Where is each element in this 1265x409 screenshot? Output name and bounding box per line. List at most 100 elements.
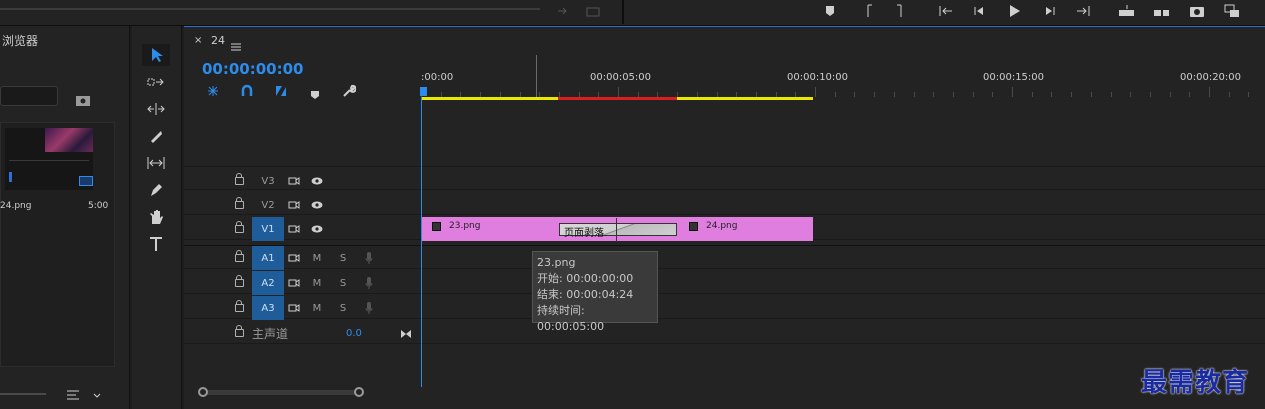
- slip-tool-icon[interactable]: [142, 152, 170, 174]
- time-ruler[interactable]: :00:00 00:00:05:00 00:00:10:00 00:00:15:…: [420, 55, 1265, 101]
- microphone-icon[interactable]: [356, 296, 382, 320]
- sync-lock-icon[interactable]: [284, 271, 304, 295]
- source-scrub-bar[interactable]: [0, 8, 540, 10]
- eye-icon[interactable]: [304, 193, 330, 217]
- track-header-v1: V1: [234, 217, 330, 241]
- mute-button[interactable]: M: [304, 246, 330, 270]
- mute-button[interactable]: M: [304, 271, 330, 295]
- ruler-tick: [992, 92, 994, 97]
- selection-tool-icon[interactable]: [142, 44, 170, 66]
- ruler-tick: [1090, 92, 1092, 97]
- razor-tool-icon[interactable]: [142, 125, 170, 147]
- panel-divider: [622, 0, 624, 24]
- solo-button[interactable]: S: [330, 246, 356, 270]
- transition-page-peel[interactable]: 页面剥落: [559, 218, 677, 242]
- pen-tool-icon[interactable]: [142, 179, 170, 201]
- project-panel: 浏览器 24.png 5:00: [0, 26, 130, 409]
- eye-icon[interactable]: [304, 169, 330, 193]
- solo-button[interactable]: S: [330, 271, 356, 295]
- close-tab-icon[interactable]: ×: [194, 35, 202, 46]
- lock-icon[interactable]: [234, 221, 244, 233]
- eye-icon[interactable]: [304, 217, 330, 241]
- export-frame-camera-icon[interactable]: [1189, 3, 1205, 19]
- insert-icon[interactable]: [556, 3, 572, 19]
- playhead-timecode[interactable]: 00:00:00:00: [202, 60, 304, 78]
- tooltip-end: 结束: 00:00:04:24: [537, 288, 634, 301]
- type-tool-icon[interactable]: [142, 233, 170, 255]
- track-target-v3[interactable]: V3: [252, 169, 284, 193]
- thumbnail-image: [45, 128, 93, 152]
- zoom-slider[interactable]: [0, 393, 46, 395]
- ruler-tick: [952, 92, 954, 97]
- track-target-a3[interactable]: A3: [252, 296, 284, 320]
- lock-icon[interactable]: [234, 173, 244, 185]
- render-bar-red: [558, 97, 677, 100]
- lock-icon[interactable]: [234, 300, 244, 312]
- clip-name: 24.png: [706, 221, 738, 231]
- solo-button[interactable]: S: [330, 296, 356, 320]
- transition-cut-line: [616, 218, 617, 242]
- track-header-v3: V3: [234, 169, 330, 193]
- sync-lock-icon[interactable]: [284, 296, 304, 320]
- search-input[interactable]: [0, 86, 58, 106]
- sequence-tab[interactable]: 24: [211, 34, 225, 47]
- clip-thumbnail[interactable]: [5, 128, 93, 190]
- track-select-tool-icon[interactable]: [142, 71, 170, 93]
- track-target-v2[interactable]: V2: [252, 193, 284, 217]
- ripple-edit-tool-icon[interactable]: [142, 98, 170, 120]
- mark-in-icon[interactable]: [860, 3, 876, 19]
- step-back-icon[interactable]: [972, 3, 988, 19]
- clip-name[interactable]: 24.png: [0, 201, 31, 211]
- playhead-handle[interactable]: [420, 87, 427, 96]
- microphone-icon[interactable]: [356, 271, 382, 295]
- lock-icon[interactable]: [234, 325, 244, 337]
- ruler-tick: [815, 87, 816, 97]
- chevron-down-icon[interactable]: [92, 386, 102, 398]
- play-icon[interactable]: [1006, 3, 1022, 19]
- scrollbar-start-handle[interactable]: [198, 387, 208, 397]
- export-frame-icon[interactable]: [585, 3, 601, 19]
- lock-icon[interactable]: [234, 197, 244, 209]
- horizontal-scrollbar[interactable]: [200, 390, 360, 395]
- scrollbar-end-handle[interactable]: [354, 387, 364, 397]
- button-editor-icon[interactable]: [1224, 3, 1240, 19]
- microphone-icon[interactable]: [356, 246, 382, 270]
- hand-tool-icon[interactable]: [142, 206, 170, 228]
- sync-lock-icon[interactable]: [284, 217, 304, 241]
- nest-icon[interactable]: [206, 83, 220, 97]
- wrench-icon[interactable]: [342, 83, 357, 97]
- add-marker-icon[interactable]: [822, 3, 838, 19]
- go-to-out-icon[interactable]: [1075, 3, 1091, 19]
- find-icon[interactable]: [76, 91, 90, 106]
- mark-out-icon[interactable]: [893, 3, 909, 19]
- track-row-v3: [184, 166, 1265, 190]
- mute-button[interactable]: M: [304, 296, 330, 320]
- lift-icon[interactable]: [1118, 3, 1134, 19]
- thumbnail-playhead: [9, 172, 12, 182]
- ruler-tick: [854, 92, 856, 97]
- extract-icon[interactable]: [1153, 3, 1169, 19]
- add-marker-icon[interactable]: [310, 85, 320, 99]
- lock-icon[interactable]: [234, 275, 244, 287]
- ruler-tick: [1071, 92, 1073, 97]
- panel-title[interactable]: 浏览器: [2, 32, 38, 49]
- go-to-in-icon[interactable]: [938, 3, 954, 19]
- sort-icon[interactable]: [66, 386, 80, 400]
- sync-lock-icon[interactable]: [284, 169, 304, 193]
- panel-menu-icon[interactable]: [231, 36, 241, 51]
- sync-lock-icon[interactable]: [284, 193, 304, 217]
- step-forward-icon[interactable]: [1041, 3, 1057, 19]
- snap-icon[interactable]: [240, 83, 254, 97]
- track-target-a1[interactable]: A1: [252, 246, 284, 270]
- lock-icon[interactable]: [234, 250, 244, 262]
- ruler-tick: [1248, 92, 1250, 97]
- sync-lock-icon[interactable]: [284, 246, 304, 270]
- track-target-a2[interactable]: A2: [252, 271, 284, 295]
- master-meter-icon[interactable]: [400, 324, 412, 338]
- linked-selection-icon[interactable]: [274, 83, 288, 97]
- ruler-tick: [1031, 92, 1033, 97]
- master-volume-value[interactable]: 0.0: [346, 328, 362, 339]
- track-target-v1[interactable]: V1: [252, 217, 284, 241]
- playhead-line[interactable]: [421, 97, 422, 387]
- ruler-hover-line: [536, 55, 537, 97]
